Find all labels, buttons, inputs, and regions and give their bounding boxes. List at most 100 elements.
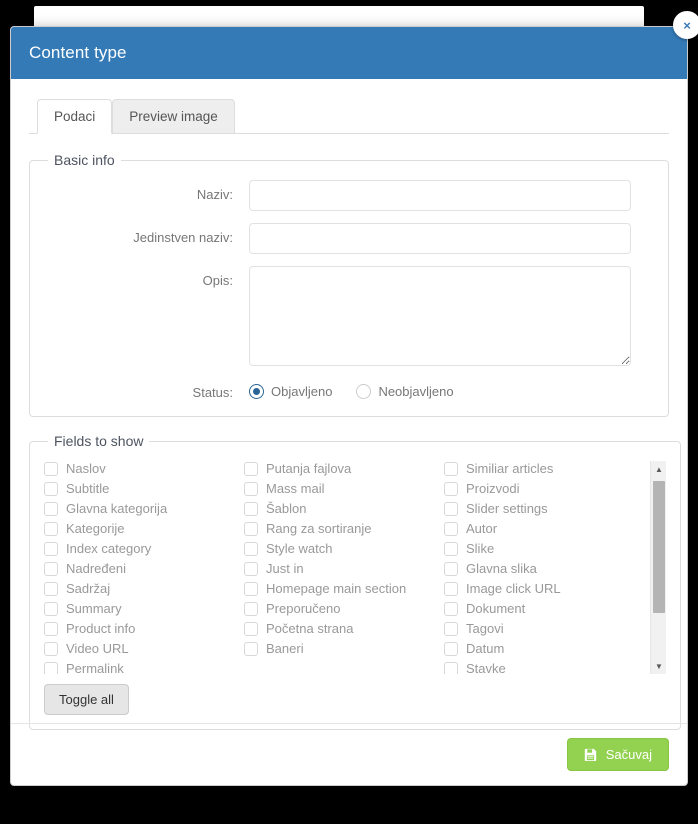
field-checkbox-item[interactable]: Permalink bbox=[44, 661, 244, 674]
field-checkbox-label: Naslov bbox=[66, 461, 106, 476]
form-row-naziv: Naziv: bbox=[44, 180, 654, 211]
close-icon[interactable]: × bbox=[673, 11, 698, 39]
page-behind-modal bbox=[34, 6, 644, 26]
checkbox-icon[interactable] bbox=[444, 522, 458, 536]
field-checkbox-item[interactable]: Rang za sortiranje bbox=[244, 521, 444, 537]
checkbox-icon[interactable] bbox=[44, 562, 58, 576]
field-checkbox-label: Slike bbox=[466, 541, 495, 556]
checkbox-icon[interactable] bbox=[244, 462, 258, 476]
checkbox-icon[interactable] bbox=[244, 522, 258, 536]
field-checkbox-item[interactable]: Kategorije bbox=[44, 521, 244, 537]
checkbox-icon[interactable] bbox=[44, 522, 58, 536]
checkbox-icon[interactable] bbox=[444, 502, 458, 516]
field-checkbox-item[interactable]: Similiar articles bbox=[444, 461, 644, 477]
form-row-jedinstven-naziv: Jedinstven naziv: bbox=[44, 223, 654, 254]
checkbox-icon[interactable] bbox=[244, 562, 258, 576]
field-checkbox-label: Slider settings bbox=[466, 501, 548, 516]
fields-scrollbar[interactable]: ▲ ▼ bbox=[650, 461, 666, 674]
checkbox-icon[interactable] bbox=[44, 482, 58, 496]
field-checkbox-item[interactable]: Naslov bbox=[44, 461, 244, 477]
radio-objavljeno[interactable]: Objavljeno bbox=[249, 384, 332, 399]
fields-column-1: Naslov Subtitle Glavna kategorija Kategorij… bbox=[44, 461, 244, 674]
scroll-down-arrow-icon[interactable]: ▼ bbox=[651, 658, 666, 674]
checkbox-icon[interactable] bbox=[444, 582, 458, 596]
field-checkbox-item[interactable]: Glavna slika bbox=[444, 561, 644, 577]
scroll-up-arrow-icon[interactable]: ▲ bbox=[651, 461, 666, 477]
field-checkbox-item[interactable]: Sadržaj bbox=[44, 581, 244, 597]
field-checkbox-label: Index category bbox=[66, 541, 152, 556]
field-checkbox-item[interactable]: Mass mail bbox=[244, 481, 444, 497]
field-checkbox-label: Sadržaj bbox=[66, 581, 111, 596]
checkbox-icon[interactable] bbox=[244, 622, 258, 636]
checkbox-icon[interactable] bbox=[244, 482, 258, 496]
basic-info-fieldset: Basic info Naziv: Jedinstven naziv: Opis… bbox=[29, 152, 669, 417]
field-checkbox-item[interactable]: Šablon bbox=[244, 501, 444, 517]
field-checkbox-item[interactable]: Datum bbox=[444, 641, 644, 657]
checkbox-icon[interactable] bbox=[44, 582, 58, 596]
field-checkbox-item[interactable]: Proizvodi bbox=[444, 481, 644, 497]
field-checkbox-item[interactable]: Baneri bbox=[244, 641, 444, 657]
checkbox-icon[interactable] bbox=[244, 582, 258, 596]
jedinstven-naziv-label: Jedinstven naziv: bbox=[133, 230, 233, 245]
checkbox-icon[interactable] bbox=[444, 542, 458, 556]
field-checkbox-item[interactable]: Nadređeni bbox=[44, 561, 244, 577]
status-label: Status: bbox=[192, 385, 233, 400]
field-checkbox-label: Autor bbox=[466, 521, 498, 536]
field-checkbox-item[interactable]: Stavke bbox=[444, 661, 644, 674]
checkbox-icon[interactable] bbox=[444, 562, 458, 576]
field-checkbox-label: Proizvodi bbox=[466, 481, 520, 496]
checkbox-icon[interactable] bbox=[444, 462, 458, 476]
toggle-all-button[interactable]: Toggle all bbox=[44, 684, 129, 715]
save-button[interactable]: Sačuvaj bbox=[566, 738, 669, 771]
field-checkbox-item[interactable]: Preporučeno bbox=[244, 601, 444, 617]
checkbox-icon[interactable] bbox=[44, 462, 58, 476]
field-checkbox-item[interactable]: Početna strana bbox=[244, 621, 444, 637]
field-checkbox-item[interactable]: Index category bbox=[44, 541, 244, 557]
checkbox-icon[interactable] bbox=[444, 602, 458, 616]
naziv-input[interactable] bbox=[249, 180, 631, 211]
checkbox-icon[interactable] bbox=[244, 502, 258, 516]
jedinstven-naziv-input[interactable] bbox=[249, 223, 631, 254]
opis-textarea[interactable] bbox=[249, 266, 631, 366]
field-checkbox-item[interactable]: Just in bbox=[244, 561, 444, 577]
field-checkbox-label: Putanja fajlova bbox=[266, 461, 352, 476]
checkbox-icon[interactable] bbox=[444, 622, 458, 636]
checkbox-icon[interactable] bbox=[244, 642, 258, 656]
field-checkbox-item[interactable]: Slike bbox=[444, 541, 644, 557]
tab-podaci-label: Podaci bbox=[54, 109, 96, 124]
field-checkbox-label: Preporučeno bbox=[266, 601, 341, 616]
field-checkbox-label: Style watch bbox=[266, 541, 333, 556]
field-checkbox-item[interactable]: Product info bbox=[44, 621, 244, 637]
checkbox-icon[interactable] bbox=[244, 602, 258, 616]
field-checkbox-item[interactable]: Slider settings bbox=[444, 501, 644, 517]
field-checkbox-item[interactable]: Autor bbox=[444, 521, 644, 537]
tab-podaci[interactable]: Podaci bbox=[37, 99, 113, 134]
field-checkbox-item[interactable]: Homepage main section bbox=[244, 581, 444, 597]
radio-neobjavljeno-label: Neobjavljeno bbox=[378, 384, 454, 399]
checkbox-icon[interactable] bbox=[244, 542, 258, 556]
field-checkbox-item[interactable]: Video URL bbox=[44, 641, 244, 657]
field-checkbox-item[interactable]: Tagovi bbox=[444, 621, 644, 637]
checkbox-icon[interactable] bbox=[444, 642, 458, 656]
checkbox-icon[interactable] bbox=[444, 662, 458, 674]
naziv-label: Naziv: bbox=[196, 187, 233, 202]
checkbox-icon[interactable] bbox=[44, 542, 58, 556]
scrollbar-thumb[interactable] bbox=[653, 481, 665, 613]
checkbox-icon[interactable] bbox=[44, 622, 58, 636]
fields-scroll-area: Naslov Subtitle Glavna kategorija Kategorij… bbox=[44, 461, 666, 674]
field-checkbox-item[interactable]: Dokument bbox=[444, 601, 644, 617]
checkbox-icon[interactable] bbox=[444, 482, 458, 496]
checkbox-icon[interactable] bbox=[44, 642, 58, 656]
checkbox-icon[interactable] bbox=[44, 602, 58, 616]
field-checkbox-item[interactable]: Summary bbox=[44, 601, 244, 617]
checkbox-icon[interactable] bbox=[44, 502, 58, 516]
modal-header: Content type bbox=[11, 27, 687, 79]
radio-neobjavljeno[interactable]: Neobjavljeno bbox=[356, 384, 454, 399]
field-checkbox-item[interactable]: Subtitle bbox=[44, 481, 244, 497]
checkbox-icon[interactable] bbox=[44, 662, 58, 674]
field-checkbox-item[interactable]: Image click URL bbox=[444, 581, 644, 597]
field-checkbox-item[interactable]: Putanja fajlova bbox=[244, 461, 444, 477]
field-checkbox-item[interactable]: Style watch bbox=[244, 541, 444, 557]
tab-preview-image[interactable]: Preview image bbox=[112, 99, 235, 134]
field-checkbox-item[interactable]: Glavna kategorija bbox=[44, 501, 244, 517]
